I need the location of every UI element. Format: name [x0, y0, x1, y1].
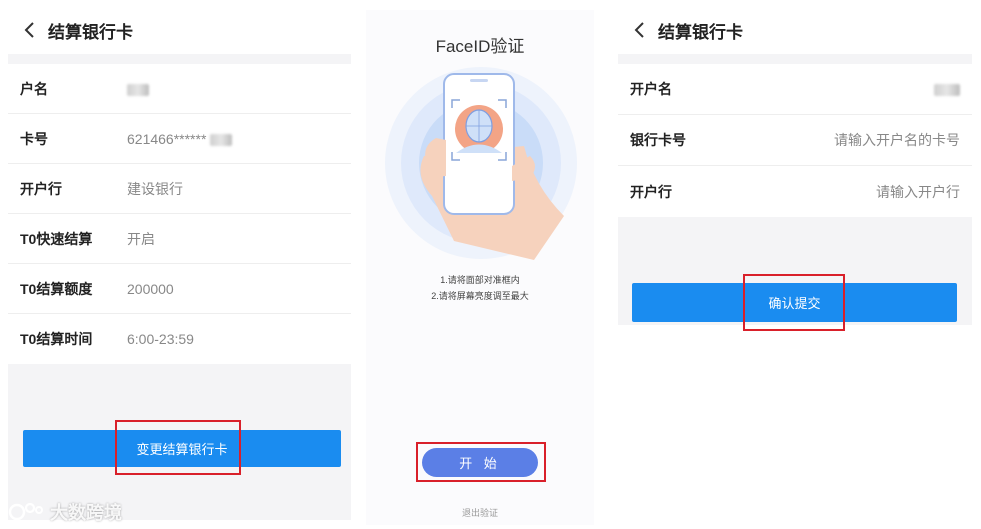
faceid-verify-screen: FaceID验证 1.请将面部对准框内 2.请将屏幕亮度调至最大 开 始 退出验…	[366, 10, 594, 525]
redacted-card-digits	[210, 133, 233, 146]
bank-input[interactable]: 请输入开户行	[876, 182, 960, 202]
redacted-name	[934, 84, 960, 97]
row-label: 开户行	[630, 183, 672, 200]
content-area	[618, 325, 972, 521]
watermark-text: 大数跨境	[50, 503, 122, 523]
row-value: 6:00-23:59	[127, 331, 194, 347]
list-item: T0结算额度 200000	[8, 264, 351, 314]
list-item: 开户行 建设银行	[8, 164, 351, 214]
page-title: FaceID验证	[435, 37, 525, 56]
row-label: 开户名	[630, 81, 672, 97]
row-value	[127, 81, 149, 97]
chevron-left-icon[interactable]	[20, 20, 40, 40]
edit-card-screen: 结算银行卡 开户名 银行卡号 请输入开户名的卡号 开户行 请输入开户行 确认提交	[618, 6, 972, 521]
list-item: 卡号 621466******	[8, 114, 351, 164]
row-label: 户名	[20, 80, 48, 97]
list-item: T0结算时间 6:00-23:59	[8, 314, 351, 364]
row-value: 200000	[127, 280, 174, 297]
watermark: 大数跨境	[8, 499, 122, 525]
card-info-list: 户名 卡号 621466****** 开户行 建设银行 T0快速结算 开启 T0…	[8, 64, 351, 364]
row-value: 开启	[127, 230, 155, 247]
header: 结算银行卡	[8, 6, 351, 54]
card-number-input[interactable]: 请输入开户名的卡号	[834, 130, 960, 150]
tip-1: 1.请将面部对准框内	[440, 275, 520, 285]
bank-row: 开户行 请输入开户行	[618, 166, 972, 217]
page-title: 结算银行卡	[658, 22, 743, 42]
redacted-name	[127, 83, 149, 96]
face-scan-icon	[385, 67, 577, 260]
card-number-row: 银行卡号 请输入开户名的卡号	[618, 115, 972, 166]
card-number-text: 621466******	[127, 130, 207, 147]
instructions: 1.请将面部对准框内 2.请将屏幕亮度调至最大	[366, 272, 594, 304]
row-label: 卡号	[20, 130, 48, 147]
watermark-logo-icon	[8, 502, 43, 521]
exit-verification-link[interactable]: 退出验证	[366, 506, 594, 519]
row-value: 建设银行	[127, 180, 183, 197]
confirm-submit-button[interactable]: 确认提交	[632, 283, 957, 322]
row-label: 开户行	[20, 180, 62, 197]
chevron-left-icon[interactable]	[630, 20, 650, 40]
list-item: 户名	[8, 64, 351, 114]
change-card-button[interactable]: 变更结算银行卡	[23, 430, 341, 467]
account-name-row: 开户名	[618, 64, 972, 115]
row-label: T0结算时间	[20, 331, 93, 347]
account-name-field[interactable]	[934, 81, 960, 97]
row-value: 621466******	[127, 130, 233, 147]
card-form: 开户名 银行卡号 请输入开户名的卡号 开户行 请输入开户行	[618, 64, 972, 217]
tip-2: 2.请将屏幕亮度调至最大	[431, 291, 529, 301]
list-item: T0快速结算 开启	[8, 214, 351, 264]
start-button[interactable]: 开 始	[422, 448, 538, 477]
row-label: T0结算额度	[20, 280, 93, 297]
page-title: 结算银行卡	[48, 22, 133, 42]
header: 结算银行卡	[618, 6, 972, 54]
row-label: 银行卡号	[630, 132, 686, 148]
row-label: T0快速结算	[20, 230, 93, 247]
settlement-card-detail-screen: 结算银行卡 户名 卡号 621466****** 开户行 建设银行 T0快速结算…	[8, 6, 351, 520]
